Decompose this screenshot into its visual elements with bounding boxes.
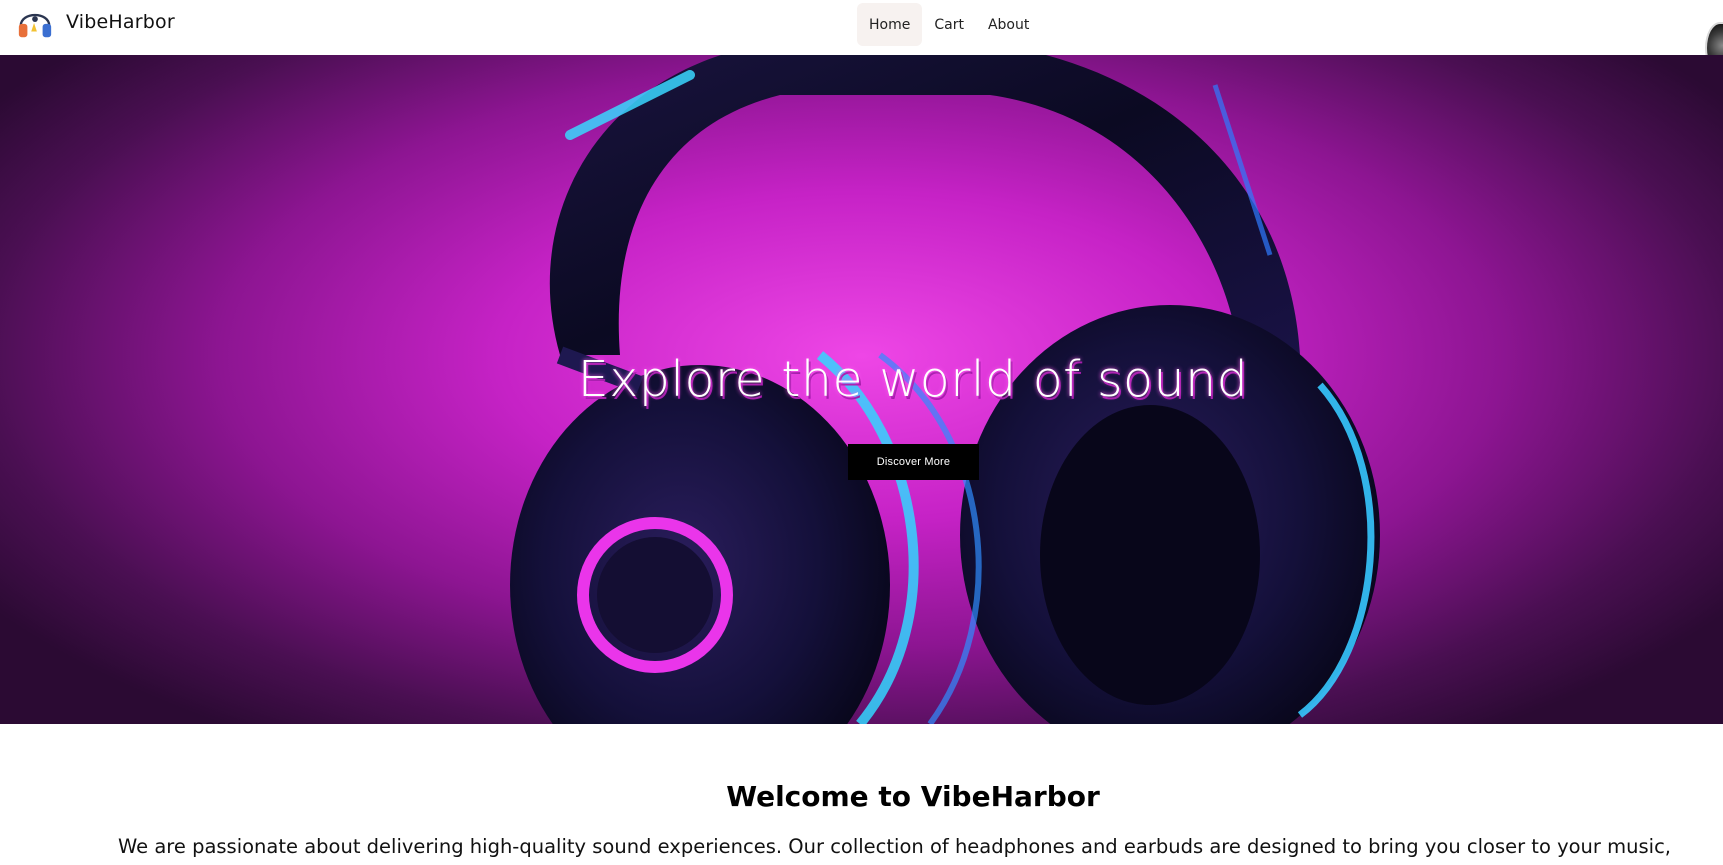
- welcome-text: We are passionate about delivering high-…: [118, 835, 1671, 858]
- hero-title: Explore the world of sound: [577, 351, 1249, 408]
- nav-item-home[interactable]: Home: [857, 3, 923, 46]
- discover-more-button[interactable]: Discover More: [848, 444, 979, 480]
- welcome-title: Welcome to VibeHarbor: [726, 780, 1100, 813]
- nav-item-label: About: [987, 16, 1030, 33]
- nav-item-label: Home: [869, 16, 911, 33]
- nav-item-label: Cart: [934, 16, 964, 33]
- brand[interactable]: VibeHarbor: [16, 2, 175, 42]
- top-navbar: VibeHarbor Home Cart About: [0, 0, 1723, 74]
- hero-banner: Explore the world of sound Discover More: [0, 55, 1723, 724]
- nav-item-about[interactable]: About: [976, 3, 1041, 46]
- headphones-logo-icon: [18, 13, 52, 38]
- nav-item-cart[interactable]: Cart: [922, 3, 976, 46]
- brand-name: VibeHarbor: [66, 11, 175, 33]
- main-nav: Home Cart About: [857, 3, 1041, 46]
